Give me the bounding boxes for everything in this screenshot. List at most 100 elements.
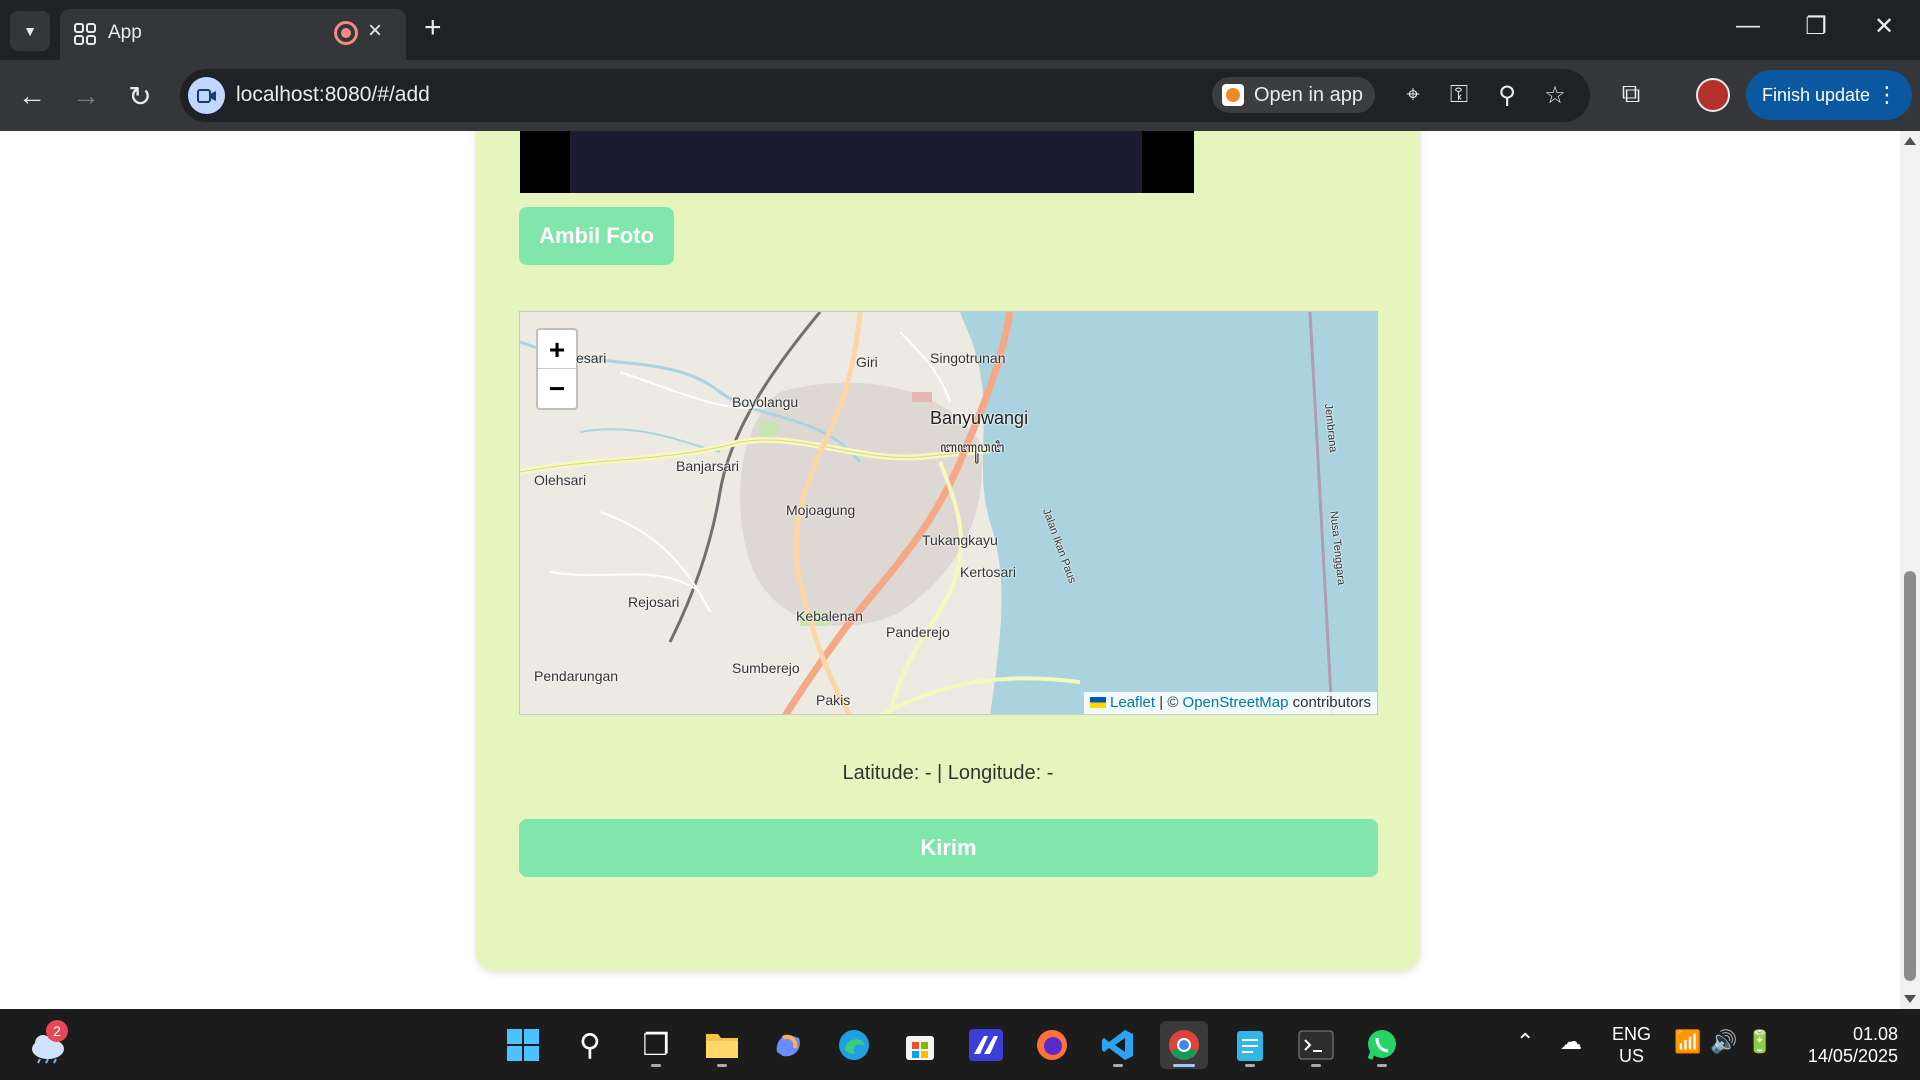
zoom-control: + − xyxy=(536,328,578,410)
map-label: Olehsari xyxy=(534,472,587,488)
new-tab-button[interactable]: + xyxy=(424,13,442,43)
arrow-right-icon: → xyxy=(72,80,100,111)
whatsapp-button[interactable] xyxy=(1358,1021,1406,1069)
close-tab-icon[interactable]: × xyxy=(368,17,382,45)
tab-title: App xyxy=(108,22,142,43)
finish-update-button[interactable]: Finish update ⋮ xyxy=(1746,70,1912,120)
zoom-out-button[interactable]: − xyxy=(538,369,576,408)
reload-button[interactable]: ↻ xyxy=(122,78,158,114)
copilot-button[interactable] xyxy=(764,1021,812,1069)
windows-taskbar: 2 ⚲ ❐ ⌃ ☁ ENG US 📶 🔊 🔋 01.08 14/05/2025 xyxy=(0,1009,1920,1080)
notepad-button[interactable] xyxy=(1226,1021,1274,1069)
extensions-icon[interactable]: ⧉ xyxy=(1614,78,1648,112)
chrome-icon xyxy=(1169,1030,1199,1060)
copilot-icon xyxy=(776,1034,800,1057)
chrome-button[interactable] xyxy=(1160,1021,1208,1069)
forward-button[interactable]: → xyxy=(68,78,104,114)
map-tiles[interactable] xyxy=(520,312,1378,715)
terminal-icon xyxy=(1298,1030,1334,1060)
notepad-icon xyxy=(1237,1031,1263,1061)
app-grid-icon xyxy=(74,23,96,45)
attribution-separator: | © xyxy=(1159,694,1179,711)
map-attribution: Leaflet | © OpenStreetMap contributors xyxy=(1084,692,1377,714)
osm-link[interactable]: OpenStreetMap xyxy=(1183,694,1289,711)
map-label: Kertosari xyxy=(960,564,1017,580)
location-pin-icon[interactable]: ⌖ xyxy=(1398,81,1428,111)
browser-toolbar: ← → ↻ localhost:8080/#/add Open in app ⌖… xyxy=(0,60,1920,131)
bookmark-star-icon[interactable]: ☆ xyxy=(1540,81,1570,111)
map-label: Rejosari xyxy=(628,594,680,610)
windows-logo-icon xyxy=(507,1029,539,1061)
map-label: Pakis xyxy=(816,692,851,708)
volume-icon[interactable]: 🔊 xyxy=(1710,1029,1737,1055)
editor-app-button[interactable] xyxy=(962,1021,1010,1069)
battery-icon[interactable]: 🔋 xyxy=(1746,1029,1773,1055)
open-in-app-button[interactable]: Open in app xyxy=(1212,77,1375,113)
leaflet-link[interactable]: Leaflet xyxy=(1110,694,1155,711)
whatsapp-icon xyxy=(1367,1030,1396,1060)
vscode-button[interactable] xyxy=(1094,1021,1142,1069)
onedrive-icon[interactable]: ☁ xyxy=(1560,1029,1582,1055)
map-label: Panderejo xyxy=(886,624,950,640)
tab-active[interactable]: App × xyxy=(60,9,406,60)
location-map[interactable]: + − esari Giri Singotrunan Boyolangu Ban… xyxy=(519,311,1378,715)
language-indicator[interactable]: ENG US xyxy=(1612,1023,1651,1067)
url-text[interactable]: localhost:8080/#/add xyxy=(236,83,430,107)
task-view-button[interactable]: ❐ xyxy=(632,1021,680,1069)
keyboard-layout: US xyxy=(1619,1046,1645,1066)
map-label: esari xyxy=(576,350,607,366)
zoom-in-button[interactable]: + xyxy=(538,330,576,369)
attribution-contributors: contributors xyxy=(1292,694,1371,711)
notification-badge: 2 xyxy=(46,1020,68,1042)
map-label: Banjarsari xyxy=(676,458,740,474)
more-menu-icon[interactable]: ⋮ xyxy=(1876,70,1898,120)
folder-icon xyxy=(706,1034,738,1058)
scroll-thumb[interactable] xyxy=(1904,571,1916,981)
show-hidden-icons-icon[interactable]: ⌃ xyxy=(1516,1029,1534,1055)
scroll-down-icon[interactable] xyxy=(1904,995,1916,1003)
map-label: Giri xyxy=(856,354,878,370)
edge-icon xyxy=(839,1030,869,1060)
firefox-button[interactable] xyxy=(1028,1021,1076,1069)
file-explorer-button[interactable] xyxy=(698,1021,746,1069)
task-view-icon: ❐ xyxy=(642,1028,670,1062)
app-icon xyxy=(1222,84,1244,106)
minimize-icon[interactable]: — xyxy=(1728,12,1768,40)
firefox-icon xyxy=(1037,1030,1067,1060)
browser-tab-bar: ▼ App × + — ❐ ✕ xyxy=(0,0,1920,60)
map-label: Singotrunan xyxy=(930,350,1006,366)
scroll-up-icon[interactable] xyxy=(1904,137,1916,145)
terminal-button[interactable] xyxy=(1292,1021,1340,1069)
edge-button[interactable] xyxy=(830,1021,878,1069)
camera-in-use-icon[interactable] xyxy=(188,77,225,114)
profile-avatar[interactable] xyxy=(1696,78,1730,112)
close-window-icon[interactable]: ✕ xyxy=(1864,12,1904,41)
system-clock[interactable]: 01.08 14/05/2025 xyxy=(1794,1023,1898,1067)
camera-preview xyxy=(520,131,1194,193)
sea-area xyxy=(960,312,1377,714)
back-button[interactable]: ← xyxy=(14,78,50,114)
chevron-down-icon: ▼ xyxy=(23,23,37,39)
wifi-icon[interactable]: 📶 xyxy=(1674,1029,1701,1055)
language-code: ENG xyxy=(1612,1024,1652,1044)
address-bar[interactable]: localhost:8080/#/add Open in app ⌖ ⚿ ⚲ ☆ xyxy=(180,69,1590,122)
key-icon[interactable]: ⚿ xyxy=(1444,81,1474,111)
capture-photo-button[interactable]: Ambil Foto xyxy=(519,207,674,265)
add-form-card: Ambil Foto + − esari Giri Singotrunan Bo… xyxy=(476,131,1420,971)
page-scrollbar[interactable] xyxy=(1900,131,1920,1009)
start-button[interactable] xyxy=(499,1021,547,1069)
map-label: Boyolangu xyxy=(732,394,799,410)
reload-icon: ↻ xyxy=(128,80,152,112)
map-label: Pendarungan xyxy=(534,668,619,684)
map-label: Mojoagung xyxy=(786,502,856,518)
tab-search-button[interactable]: ▼ xyxy=(10,11,50,51)
store-button[interactable] xyxy=(896,1021,944,1069)
map-label: Sumberejo xyxy=(732,660,800,676)
map-label: Banyuwangi xyxy=(930,408,1029,428)
ukraine-flag-icon xyxy=(1090,697,1107,708)
restore-icon[interactable]: ❐ xyxy=(1796,12,1836,41)
zoom-icon[interactable]: ⚲ xyxy=(1492,81,1522,111)
search-button[interactable]: ⚲ xyxy=(566,1021,614,1069)
submit-button[interactable]: Kirim xyxy=(519,819,1378,877)
map-label: Kebalenan xyxy=(796,608,863,624)
